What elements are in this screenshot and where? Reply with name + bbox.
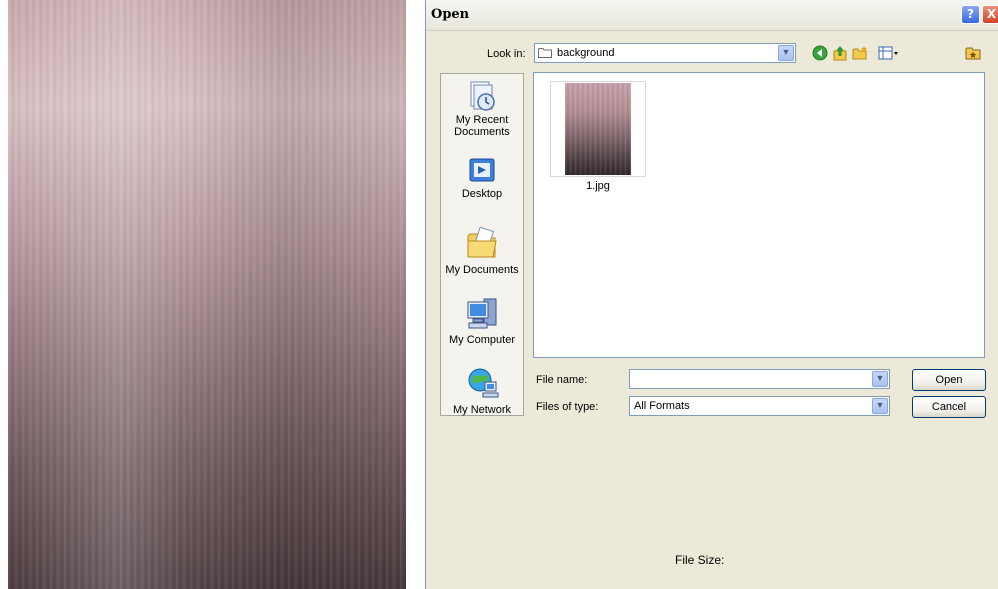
place-my-recent-documents[interactable]: My Recent Documents — [441, 80, 523, 138]
file-thumbnail[interactable] — [550, 81, 646, 177]
file-name-input[interactable]: ▼ — [629, 369, 890, 389]
file-type-label: Files of type: — [536, 401, 599, 413]
dialog-title: Open — [431, 7, 470, 22]
place-my-network[interactable]: My Network — [441, 366, 523, 416]
thumbnail-image — [565, 83, 631, 175]
look-in-label: Look in: — [487, 48, 526, 60]
place-label: My Computer — [448, 334, 516, 346]
place-my-documents[interactable]: My Documents — [441, 224, 523, 276]
preview-margin — [0, 0, 8, 589]
file-type-select[interactable]: All Formats ▼ — [629, 396, 890, 416]
desktop-icon — [469, 158, 495, 182]
file-name-field-label: File name: — [536, 374, 588, 386]
close-button[interactable]: X — [982, 5, 998, 24]
file-list[interactable]: 1.jpg — [533, 72, 985, 358]
title-bar[interactable]: Open ? X — [426, 0, 998, 31]
views-menu-icon[interactable] — [878, 45, 900, 61]
my-network-icon — [468, 368, 499, 398]
recent-documents-icon — [470, 81, 495, 111]
place-label: My Documents — [445, 264, 519, 276]
open-dialog: Open ? X Look in: background ▼ My Recent… — [425, 0, 998, 589]
cancel-button[interactable]: Cancel — [912, 396, 986, 418]
chevron-down-icon[interactable]: ▼ — [778, 45, 794, 61]
place-my-computer[interactable]: My Computer — [441, 296, 523, 346]
place-label: My Network — [452, 404, 512, 416]
look-in-combo[interactable]: background ▼ — [534, 43, 796, 63]
up-folder-icon[interactable] — [832, 45, 848, 61]
places-bar: My Recent Documents Desktop My Documents — [440, 73, 524, 416]
new-folder-icon[interactable] — [852, 45, 868, 61]
folder-icon — [538, 48, 552, 58]
back-icon[interactable] — [812, 45, 828, 61]
file-size-label: File Size: — [675, 553, 725, 567]
help-button[interactable]: ? — [961, 5, 980, 24]
open-button[interactable]: Open — [912, 369, 986, 391]
chevron-down-icon[interactable]: ▼ — [872, 398, 888, 414]
favorites-icon[interactable] — [965, 45, 981, 61]
place-desktop[interactable]: Desktop — [441, 156, 523, 200]
look-in-value: background — [557, 47, 615, 59]
place-label: Desktop — [461, 188, 503, 200]
my-documents-icon — [467, 226, 497, 258]
background-preview-image — [8, 0, 406, 589]
my-computer-icon — [467, 298, 497, 329]
file-name-label[interactable]: 1.jpg — [550, 180, 646, 192]
file-type-value: All Formats — [634, 400, 690, 412]
chevron-down-icon[interactable]: ▼ — [872, 371, 888, 387]
place-label: My Recent Documents — [454, 114, 510, 138]
